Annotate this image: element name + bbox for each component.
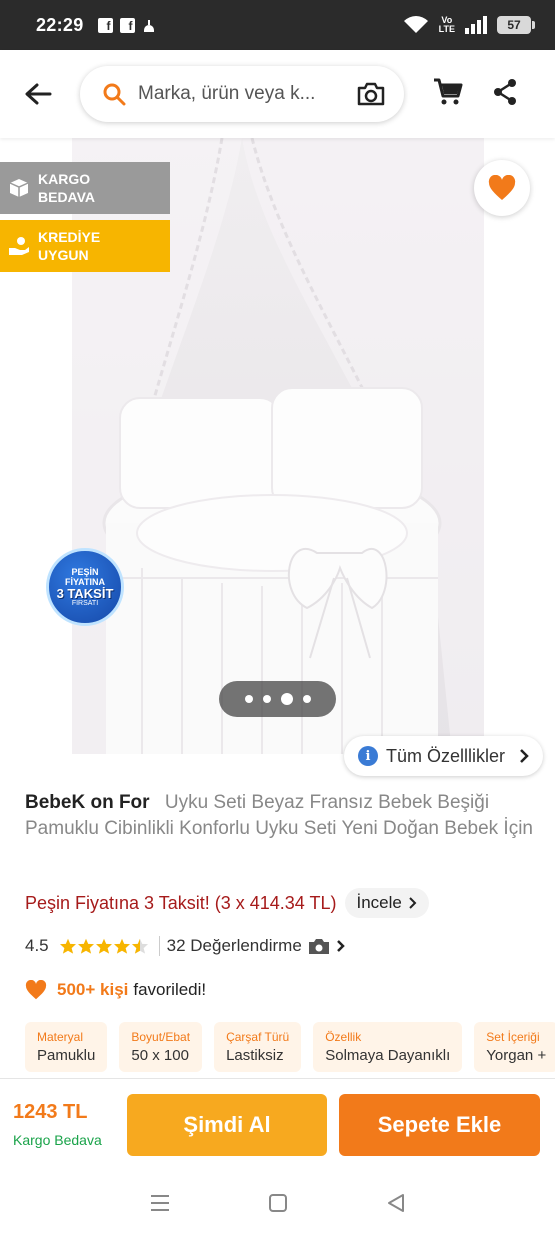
- add-to-cart-button[interactable]: Sepete Ekle: [339, 1093, 540, 1156]
- top-app-bar: Marka, ürün veya k...: [0, 50, 555, 138]
- star-icon: [95, 938, 112, 954]
- buy-now-button[interactable]: Şimdi Al: [127, 1093, 327, 1156]
- home-icon[interactable]: [268, 1193, 288, 1213]
- cart-button[interactable]: [432, 77, 464, 112]
- status-time: 22:29: [36, 14, 84, 35]
- share-icon: [494, 78, 516, 105]
- gallery-pagination: [219, 681, 336, 717]
- back-button[interactable]: [20, 76, 56, 112]
- price-block: 1243 TL Kargo Bedava: [13, 1101, 127, 1148]
- credit-eligible-badge: KREDİYE UYGUN: [0, 220, 170, 272]
- favorite-count-row: 500+ kişi favoriledi!: [25, 980, 206, 1000]
- rating-stars: [59, 938, 149, 954]
- half-star-icon: [131, 938, 148, 954]
- installment-row: Peşin Fiyatına 3 Taksit! (3 x 414.34 TL)…: [25, 888, 429, 918]
- product-gallery[interactable]: KARGO BEDAVA KREDİYE UYGUN PEŞİN FİYATIN…: [0, 138, 555, 778]
- back-nav-icon[interactable]: [386, 1193, 406, 1213]
- volte-indicator: Vo LTE: [438, 15, 455, 34]
- hand-coin-icon: [8, 235, 30, 257]
- facebook-notification-icon: f: [97, 17, 113, 33]
- recent-apps-icon[interactable]: [149, 1193, 171, 1213]
- chevron-right-icon: [520, 749, 529, 763]
- installment-campaign-badge[interactable]: PEŞİN FİYATINA 3 TAKSİT FIRSATI: [46, 548, 124, 626]
- camera-search-icon[interactable]: [356, 81, 386, 107]
- attribute-chip[interactable]: Materyal Pamuklu: [25, 1022, 108, 1072]
- signal-icon: [465, 16, 487, 34]
- rating-row[interactable]: 4.5 32 Değerlendirme: [25, 936, 346, 956]
- rating-value: 4.5: [25, 936, 49, 955]
- battery-icon: 57: [497, 16, 535, 34]
- purchase-bar: 1243 TL Kargo Bedava Şimdi Al Sepete Ekl…: [0, 1078, 555, 1170]
- attribute-chip[interactable]: Çarşaf Türü Lastiksiz: [214, 1022, 302, 1072]
- free-shipping-badge: KARGO BEDAVA: [0, 162, 170, 214]
- page-dot-active[interactable]: [280, 693, 293, 705]
- search-input[interactable]: Marka, ürün veya k...: [138, 83, 356, 105]
- info-icon: i: [358, 746, 378, 766]
- star-icon: [77, 938, 94, 954]
- attribute-chip[interactable]: Özellik Solmaya Dayanıklı: [313, 1022, 463, 1072]
- wifi-icon: [403, 16, 428, 33]
- arrow-left-icon: [25, 83, 52, 105]
- installment-text: Peşin Fiyatına 3 Taksit! (3 x 414.34 TL): [25, 892, 337, 913]
- star-icon: [113, 938, 130, 954]
- share-button[interactable]: [492, 78, 518, 111]
- product-title: BebeK on For Uyku Seti Beyaz Fransız Beb…: [25, 790, 535, 842]
- system-navigation-bar: [0, 1170, 555, 1236]
- attribute-chip[interactable]: Boyut/Ebat 50 x 100: [119, 1022, 203, 1072]
- favorite-count: 500+ kişi: [57, 980, 129, 999]
- heart-icon: [25, 980, 47, 1000]
- shipping-info: Kargo Bedava: [13, 1132, 102, 1148]
- attribute-chip[interactable]: Set İçeriği Yorgan +: [474, 1022, 555, 1072]
- star-icon: [59, 938, 76, 954]
- mosque-notification-icon: [142, 18, 156, 32]
- review-count[interactable]: 32 Değerlendirme: [167, 936, 302, 956]
- chevron-right-icon: [336, 940, 345, 952]
- status-bar: 22:29 f f Vo LTE 57: [0, 0, 555, 50]
- page-dot[interactable]: [302, 695, 311, 703]
- attribute-chips[interactable]: Materyal Pamuklu Boyut/Ebat 50 x 100 Çar…: [25, 1022, 555, 1072]
- page-dot[interactable]: [244, 695, 253, 703]
- favorite-button[interactable]: [474, 160, 530, 216]
- shopping-cart-icon: [434, 78, 463, 104]
- all-features-button[interactable]: i Tüm Özelllikler: [344, 736, 543, 776]
- brand-name[interactable]: BebeK on For: [25, 792, 150, 813]
- facebook-notification-icon: f: [119, 17, 135, 33]
- search-icon: [103, 83, 126, 106]
- inspect-button[interactable]: İncele: [344, 888, 429, 918]
- page-dot[interactable]: [262, 695, 271, 703]
- heart-icon: [488, 175, 516, 200]
- camera-icon: [308, 939, 329, 954]
- search-bar[interactable]: Marka, ürün veya k...: [80, 66, 404, 122]
- price: 1243 TL: [13, 1101, 88, 1123]
- divider: [158, 936, 160, 956]
- box-icon: [8, 177, 30, 199]
- chevron-right-icon: [409, 897, 417, 909]
